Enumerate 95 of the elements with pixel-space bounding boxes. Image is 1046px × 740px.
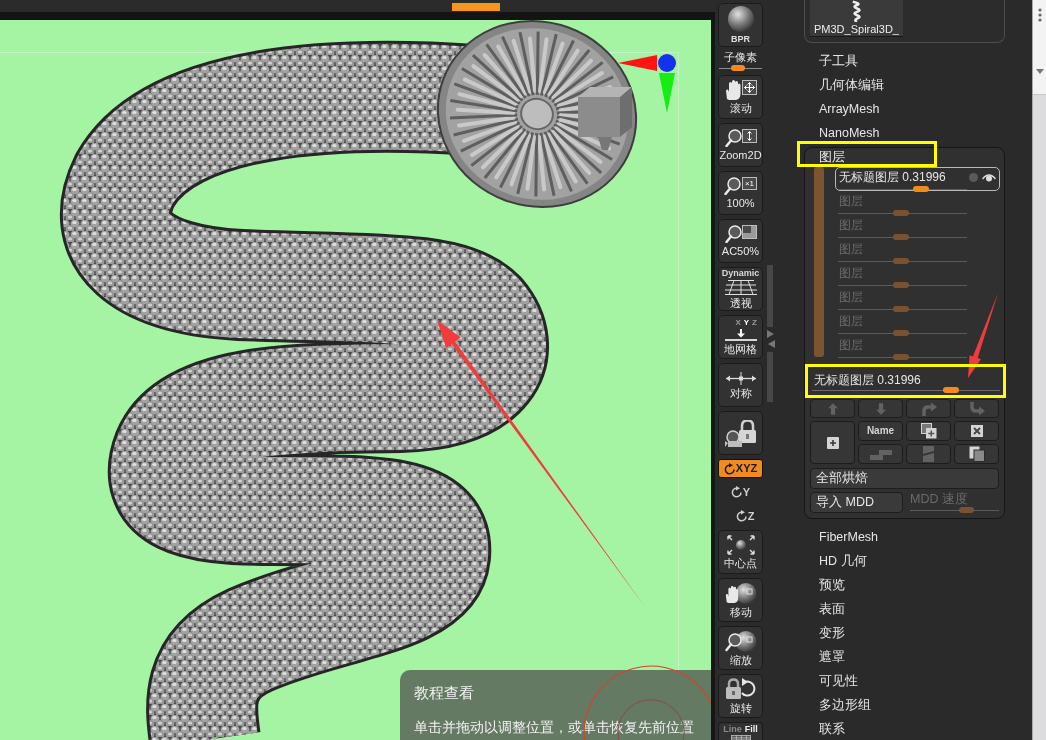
axis-toggle[interactable]: X [735,319,741,327]
import-mdd-button[interactable]: 导入 MDD [810,492,903,513]
layer-scrollbar[interactable] [814,167,824,357]
rotate-z-button[interactable]: Z [718,506,763,526]
sphere-icon [727,6,754,32]
menu-item[interactable]: 联系 [804,721,848,737]
move-button[interactable]: 移动 [718,578,763,622]
menu-item[interactable]: 子工具 [804,53,861,69]
steps-icon [869,448,892,460]
slider-thumb[interactable] [942,387,959,393]
menu-item[interactable]: 几何体编辑 [804,77,887,93]
indicator-icon [452,3,500,11]
subpixel-label: 子像素 [724,51,757,64]
center-point-button[interactable]: 中心点 [718,530,763,574]
rotate-icon [723,462,735,475]
plus-square-icon [826,436,839,449]
curved-arrow-icon [920,401,937,416]
tooltip-title: 教程查看 [414,683,474,703]
rotate-icon [730,486,742,498]
axis-toggle[interactable]: Y [743,319,750,327]
menu-item[interactable]: 遮罩 [804,649,848,665]
layer-name: 无标题图层 0.31996 [839,170,946,184]
scale-button[interactable]: 缩放 [718,626,763,670]
section-header[interactable]: 图层 [805,148,849,166]
mode-option[interactable]: Fill [744,724,758,734]
render-mode-switch[interactable]: Line Fill [718,722,763,740]
layer-row[interactable]: 无标题图层 0.31996 [835,167,1000,191]
zoom-2d-button[interactable]: Zoom2D [718,123,763,167]
floor-arrow-icon [724,329,757,341]
subtool-thumbnail[interactable]: PM3D_Spiral3D_ [810,0,903,37]
lock-rotate-icon [724,678,757,700]
spiral-icon [850,0,863,22]
copy-icon [968,446,985,462]
grid-icon [728,735,753,740]
actual-size-button[interactable]: ×1 100% [718,171,763,215]
symmetry-button[interactable]: 对称 [718,363,763,407]
more-icon[interactable] [1037,8,1042,22]
slider-thumb[interactable] [912,186,929,192]
hand-move-icon [724,80,757,100]
axis-toggle[interactable]: Z [752,319,757,327]
magnifier-square-icon [724,225,757,243]
delete-icon [970,425,983,437]
layer-slider[interactable] [838,186,967,190]
camera-lock-button[interactable] [718,411,763,455]
menu-item[interactable]: FiberMesh [804,529,882,545]
rotate-xyz-button[interactable]: XYZ [718,459,763,478]
hand-sphere-icon [724,582,757,604]
up-arrow-icon [827,402,838,415]
caret-icon[interactable] [1035,69,1044,74]
menu-item[interactable]: 表面 [804,601,848,617]
duplicate-button[interactable] [906,421,951,441]
eye-icon[interactable] [982,172,996,182]
symmetry-arrows-icon [724,371,757,385]
scrollbar-track[interactable] [767,352,773,402]
floor-grid-button[interactable]: X Y Z 地网格 [718,315,763,359]
center-point-icon [726,535,755,555]
split-icon [923,446,934,462]
rotate-y-button[interactable]: Y [718,482,763,502]
rotate-icon [735,510,747,522]
menu-item[interactable]: 可见性 [804,673,861,689]
copy-button[interactable] [954,444,999,464]
half-size-button[interactable]: AC50% [718,219,763,263]
magnifier-arrows-icon [724,129,757,147]
menu-item[interactable]: 多边形组 [804,697,874,713]
zoom-factor-label: ×1 [742,177,757,190]
menu-item[interactable]: 预览 [804,577,848,593]
rotate-button[interactable]: 旋转 [718,674,763,718]
menu-item[interactable]: HD 几何 [804,553,870,569]
scroll-button[interactable]: 滚动 [718,75,763,119]
new-layer-button[interactable] [810,421,855,464]
dot-icon[interactable] [969,172,978,182]
menu-item[interactable]: NanoMesh [804,125,883,141]
menu-item[interactable]: 变形 [804,625,848,641]
down-arrow-icon [875,402,886,415]
menu-item[interactable]: ArrayMesh [804,101,883,117]
scrollbar-track[interactable] [767,265,773,327]
layer-slider[interactable] [812,387,1000,393]
magnifier-sphere-icon [724,630,757,652]
bake-all-button[interactable]: 全部烘焙 [810,468,999,489]
slider-thumb[interactable] [730,65,745,71]
render-button[interactable]: BPR [718,3,763,47]
slider-label: MDD 速度 [909,492,968,507]
collapse-arrows-icon[interactable] [767,330,775,348]
layer-name: 无标题图层 0.31996 [814,373,921,387]
duplicate-icon [920,423,937,439]
bent-arrow-icon [968,401,985,416]
magnifier-icon [724,177,741,195]
delete-button[interactable] [954,421,999,441]
perspective-button[interactable]: Dynamic 透视 [718,267,763,311]
caption-label: Dynamic [721,269,760,278]
mode-option[interactable]: Line [723,724,742,734]
name-button[interactable]: Name [858,421,903,441]
perspective-grid-icon [724,280,757,295]
camera-lock-icon [725,419,756,447]
cursor-ring-icon [583,665,711,740]
